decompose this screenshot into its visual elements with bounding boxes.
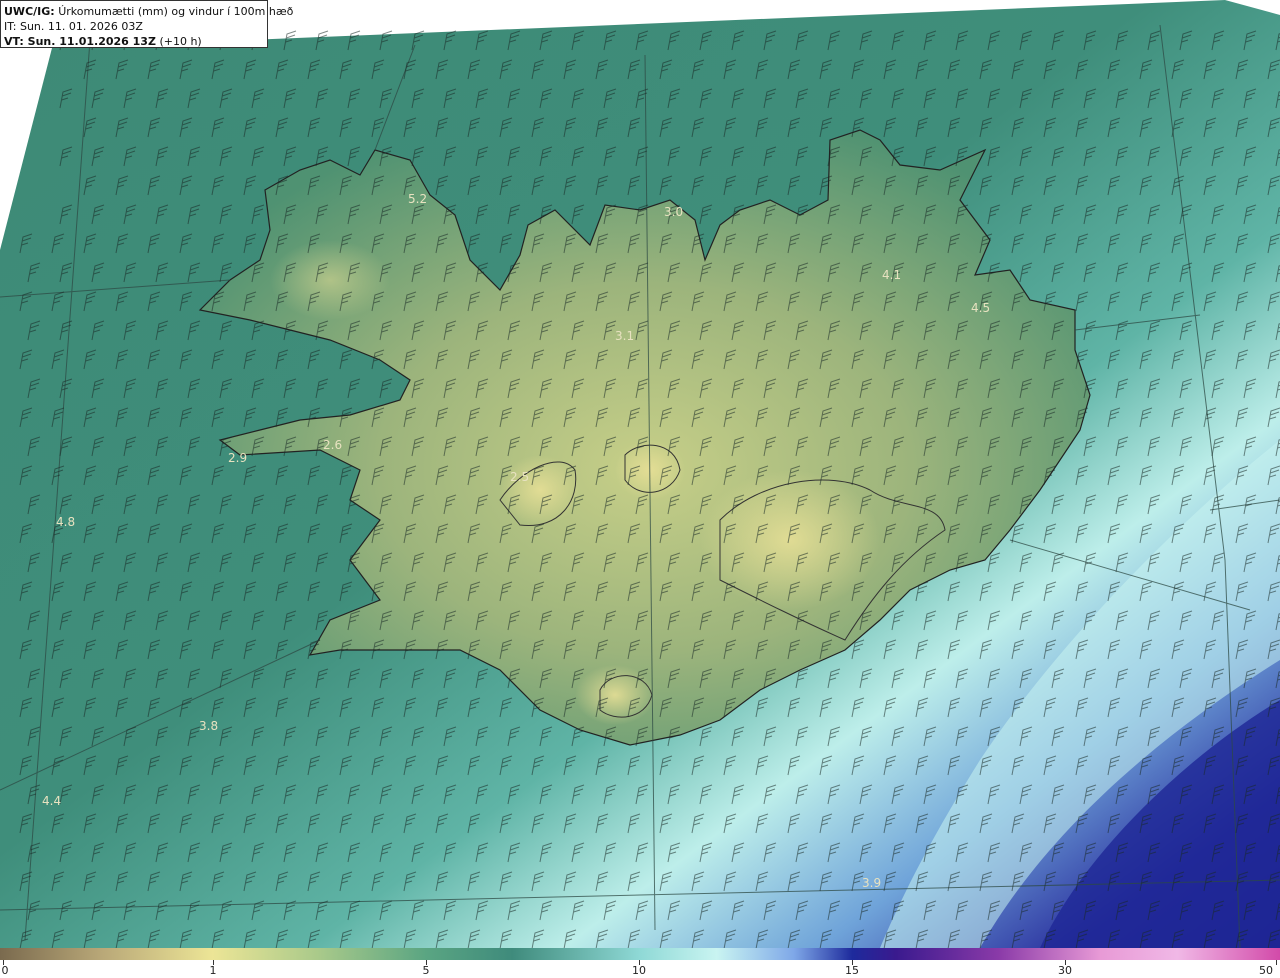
map-value-label: 4.1 [882, 268, 902, 282]
colorbar-tick-label: 10 [632, 964, 646, 977]
lead-time: (+10 h) [159, 35, 202, 48]
valid-time-line: VT: Sun. 11.01.2026 13Z (+10 h) [4, 34, 267, 49]
map-value-label: 2.6 [323, 438, 343, 452]
map-value-label: 5.2 [408, 192, 428, 206]
colorbar-tick-label: 1 [209, 964, 217, 977]
chart-title: Úrkomumætti (mm) og vindur í 100m hæð [58, 5, 294, 18]
map-value-label: 3.9 [862, 876, 882, 890]
map-value-label: 2.5 [510, 470, 530, 484]
colorbar-strip [0, 948, 1280, 960]
map-canvas [0, 0, 1280, 948]
map-value-label: 2.9 [228, 451, 248, 465]
valid-time: VT: Sun. 11.01.2026 13Z [4, 35, 156, 48]
colorbar-tick-label: 5 [422, 964, 430, 977]
map-value-label: 4.8 [56, 515, 76, 529]
forecast-info-box: UWC/IG: Úrkomumætti (mm) og vindur í 100… [0, 0, 293, 49]
colorbar: 0 1 5 10 15 30 50 [0, 948, 1280, 978]
colorbar-tick-label: 30 [1058, 964, 1072, 977]
map-value-label: 4.5 [971, 301, 991, 315]
map-value-label: 4.4 [42, 794, 62, 808]
map-value-label: 3.0 [664, 205, 684, 219]
map-value-label: 3.1 [615, 329, 635, 343]
colorbar-tick-label: 15 [845, 964, 859, 977]
title-line: UWC/IG: Úrkomumætti (mm) og vindur í 100… [4, 4, 293, 19]
map-value-label: 3.8 [199, 719, 219, 733]
model-prefix: UWC/IG: [4, 5, 55, 18]
initial-time: IT: Sun. 11. 01. 2026 03Z [4, 20, 143, 33]
colorbar-tick-label: 0 [1, 964, 9, 977]
colorbar-tick-label: 50 [1259, 964, 1273, 977]
